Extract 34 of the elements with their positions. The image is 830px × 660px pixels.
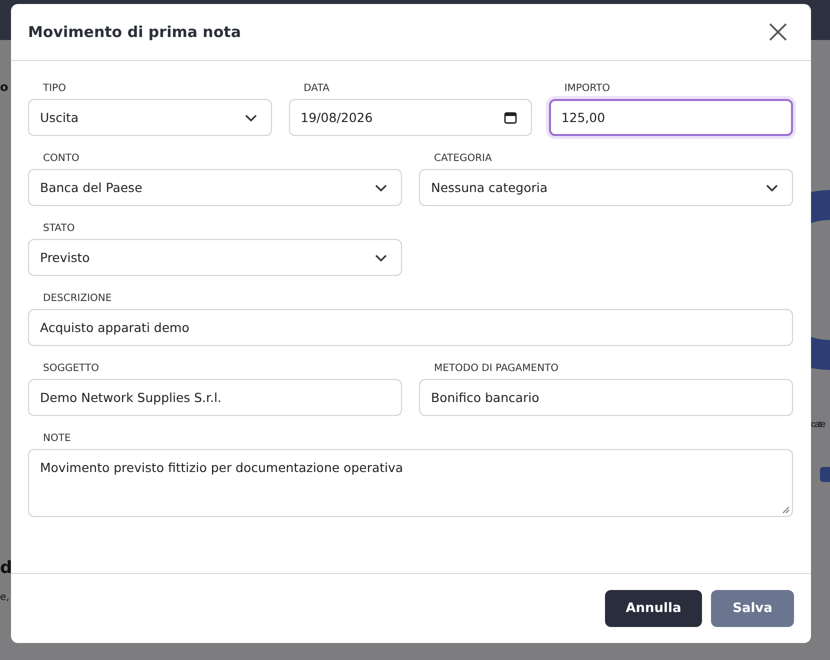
input-field[interactable]: 125,00 bbox=[549, 99, 793, 136]
field-label: CONTO bbox=[42, 153, 80, 165]
select-field[interactable]: Banca del Paese bbox=[28, 169, 402, 206]
field-label: STATO bbox=[42, 223, 76, 235]
background-text: e, bbox=[0, 592, 10, 603]
cancel-button[interactable]: Annulla bbox=[605, 590, 702, 627]
field-label: DATA bbox=[302, 83, 330, 95]
close-button[interactable] bbox=[769, 23, 787, 41]
select-field[interactable]: Nessuna categoria bbox=[419, 169, 793, 206]
chevron-down-icon bbox=[375, 254, 387, 262]
background-text: o bbox=[0, 80, 8, 94]
textarea-field[interactable]: Movimento previsto fittizio per documentazione operativa bbox=[28, 449, 793, 517]
chevron-down-icon bbox=[766, 184, 778, 192]
background-text: cate bbox=[811, 419, 825, 429]
field-label: NOTE bbox=[42, 433, 72, 445]
field-label: IMPORTO bbox=[563, 83, 612, 95]
chevron-down-icon bbox=[244, 114, 257, 122]
chevron-down-icon bbox=[375, 184, 387, 192]
date-field[interactable]: 19/08/2026 bbox=[288, 99, 532, 136]
field-label: CATEGORIA bbox=[433, 153, 493, 165]
field-label: METODO DI PAGAMENTO bbox=[433, 363, 560, 375]
input-field[interactable]: Bonifico bancario bbox=[419, 379, 793, 416]
input-field[interactable]: Demo Network Supplies S.r.l. bbox=[28, 379, 402, 416]
background-text: d bbox=[0, 558, 12, 578]
resize-grip-icon bbox=[782, 506, 790, 514]
close-icon bbox=[769, 23, 787, 41]
field-label: DESCRIZIONE bbox=[42, 293, 113, 305]
select-field[interactable]: Previsto bbox=[28, 239, 402, 276]
input-field[interactable]: Acquisto apparati demo bbox=[28, 309, 793, 346]
field-label: SOGGETTO bbox=[42, 363, 100, 375]
calendar-icon bbox=[504, 111, 518, 124]
dialog-title: Movimento di prima nota bbox=[28, 23, 241, 41]
field-label: TIPO bbox=[42, 83, 67, 95]
select-field[interactable]: Uscita bbox=[28, 99, 272, 136]
